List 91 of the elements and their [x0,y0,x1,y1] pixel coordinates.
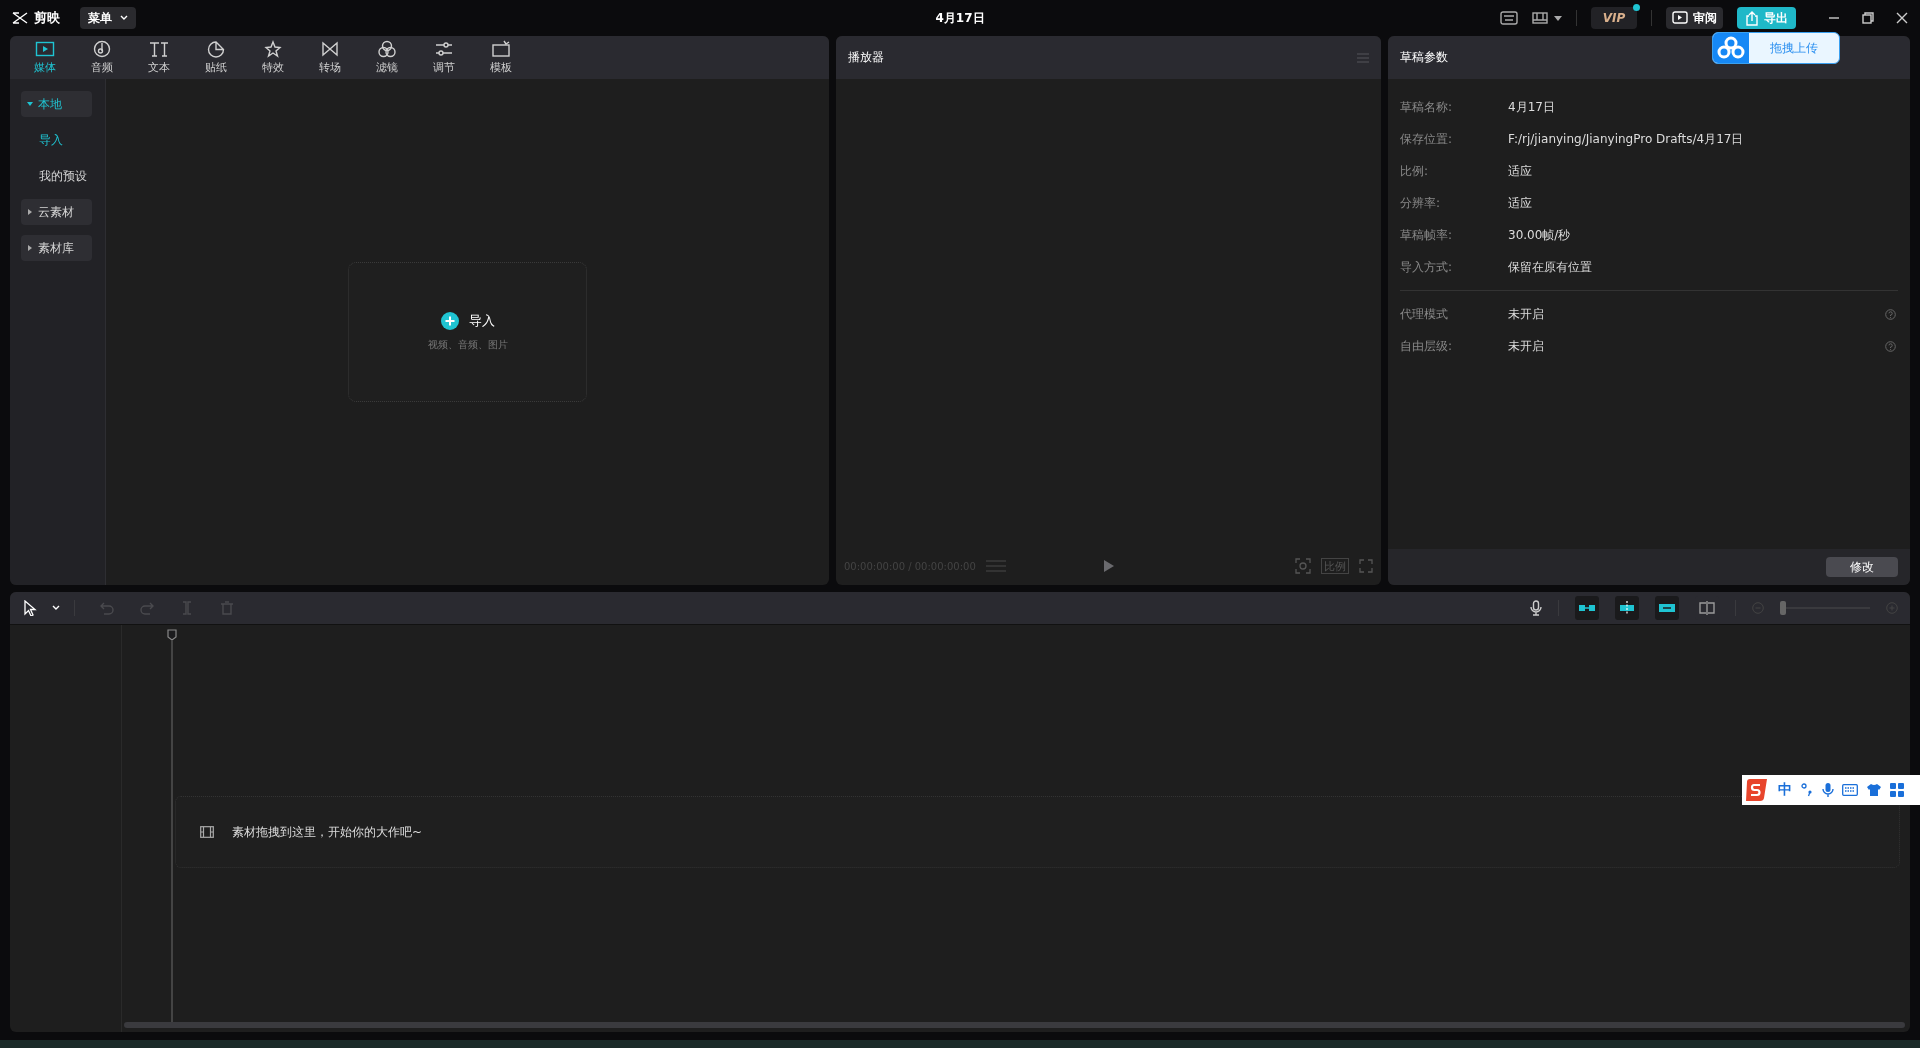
help-icon[interactable] [1885,340,1896,352]
sidebar-item[interactable]: 素材库 [21,235,92,261]
microphone-icon[interactable] [1822,782,1834,798]
menu-button[interactable]: 菜单 [80,7,136,29]
ime-logo-icon[interactable] [1744,778,1770,802]
param-label: 自由层级: [1400,337,1454,355]
media-tab[interactable]: 模板 [472,36,529,79]
template-icon [490,40,511,58]
toggle-button[interactable] [1655,596,1679,620]
param-label: 代理模式 [1400,305,1449,323]
share-icon [1745,10,1759,26]
param-value: 适应 [1508,162,1533,180]
adjust-icon [433,40,454,58]
horizontal-scrollbar[interactable] [124,1022,1905,1028]
media-tab[interactable]: 滤镜 [358,36,415,79]
param-value: 适应 [1508,194,1533,212]
grid-icon[interactable] [1890,783,1904,797]
sidebar-item[interactable]: 导入 [21,127,92,153]
film-icon [200,826,214,838]
edit-button[interactable]: 修改 [1826,557,1898,577]
media-tab[interactable]: 文本 [130,36,187,79]
chevron-down-icon[interactable] [52,605,60,611]
chevron-down-icon [120,15,128,21]
import-drop-area[interactable]: 导入 视频、音频、图片 [348,262,587,402]
layout-icon [1532,11,1548,25]
param-value: 未开启 [1508,305,1545,323]
app-name: 剪映 [34,9,60,27]
playhead-handle-icon [167,629,177,641]
play-icon[interactable] [1103,560,1114,572]
caret-icon [1554,15,1562,21]
select-icon[interactable] [22,600,38,616]
transition-icon [319,40,340,58]
param-value: 保留在原有位置 [1508,258,1593,276]
ime-mode[interactable]: 中 [1778,781,1792,799]
fit-view-icon[interactable] [1295,558,1311,574]
param-value: F:/rj/jianying/JianyingPro Drafts/4月17日 [1508,130,1745,148]
upload-label: 拖拽上传 [1769,40,1819,57]
panel-title: 播放器 [848,49,884,66]
media-tab[interactable]: 调节 [415,36,472,79]
filter-icon [376,40,397,58]
param-value: 4月17日 [1508,98,1556,116]
caret-right-icon [27,245,33,251]
microphone-icon[interactable] [1530,600,1542,616]
import-label: 导入 [468,312,495,330]
shirt-icon[interactable] [1866,783,1882,797]
zoom-slider[interactable] [1780,601,1870,615]
keyboard-icon[interactable] [1842,784,1858,796]
vip-button[interactable]: VIP [1591,7,1637,29]
media-tab[interactable]: 转场 [301,36,358,79]
review-button[interactable]: 审阅 [1666,7,1723,29]
plus-icon [440,312,459,330]
media-tab[interactable]: 音频 [73,36,130,79]
param-label: 保存位置: [1400,130,1454,148]
media-tab[interactable]: 特效 [244,36,301,79]
param-label: 草稿名称: [1400,98,1454,116]
restore-icon[interactable] [1862,12,1874,24]
track-drop-zone[interactable]: 素材拖拽到这里，开始你的大作吧~ [175,796,1900,868]
param-label: 草稿帧率: [1400,226,1454,244]
caret-right-icon [27,209,33,215]
review-icon [1672,11,1688,25]
panel-title: 草稿参数 [1400,49,1448,66]
sidebar-item[interactable]: 我的预设 [21,163,92,189]
sidebar-item[interactable]: 云素材 [21,199,92,225]
help-icon[interactable] [1885,308,1896,320]
param-label: 导入方式: [1400,258,1454,276]
snap-icon [1617,600,1637,616]
cloud-icon [1713,33,1749,63]
window-title: 4月17日 [935,10,985,27]
text-icon [148,40,169,58]
sidebar-item[interactable]: 本地 [21,91,92,117]
import-hint: 视频、音频、图片 [427,338,508,352]
logo-icon [12,12,28,24]
media-tab[interactable]: 贴纸 [187,36,244,79]
param-label: 分辨率: [1400,194,1442,212]
param-value: 30.00帧/秒 [1508,226,1572,244]
param-value: 未开启 [1508,337,1545,355]
layout-button[interactable] [1532,11,1562,25]
drop-hint: 素材拖拽到这里，开始你的大作吧~ [232,823,423,841]
toggle-button[interactable] [1575,596,1599,620]
media-tab[interactable]: 媒体 [16,36,73,79]
param-label: 比例: [1400,162,1430,180]
media-icon [34,40,55,58]
preview-axis-icon [1697,600,1717,616]
caret-down-icon [27,101,33,107]
toggle-button[interactable] [1615,596,1639,620]
punctuation-icon[interactable] [1800,783,1814,797]
audio-icon [91,40,112,58]
close-icon[interactable] [1896,12,1908,24]
keyboard-icon[interactable] [1500,11,1518,25]
effect-icon [262,40,283,58]
sticker-icon [205,40,226,58]
